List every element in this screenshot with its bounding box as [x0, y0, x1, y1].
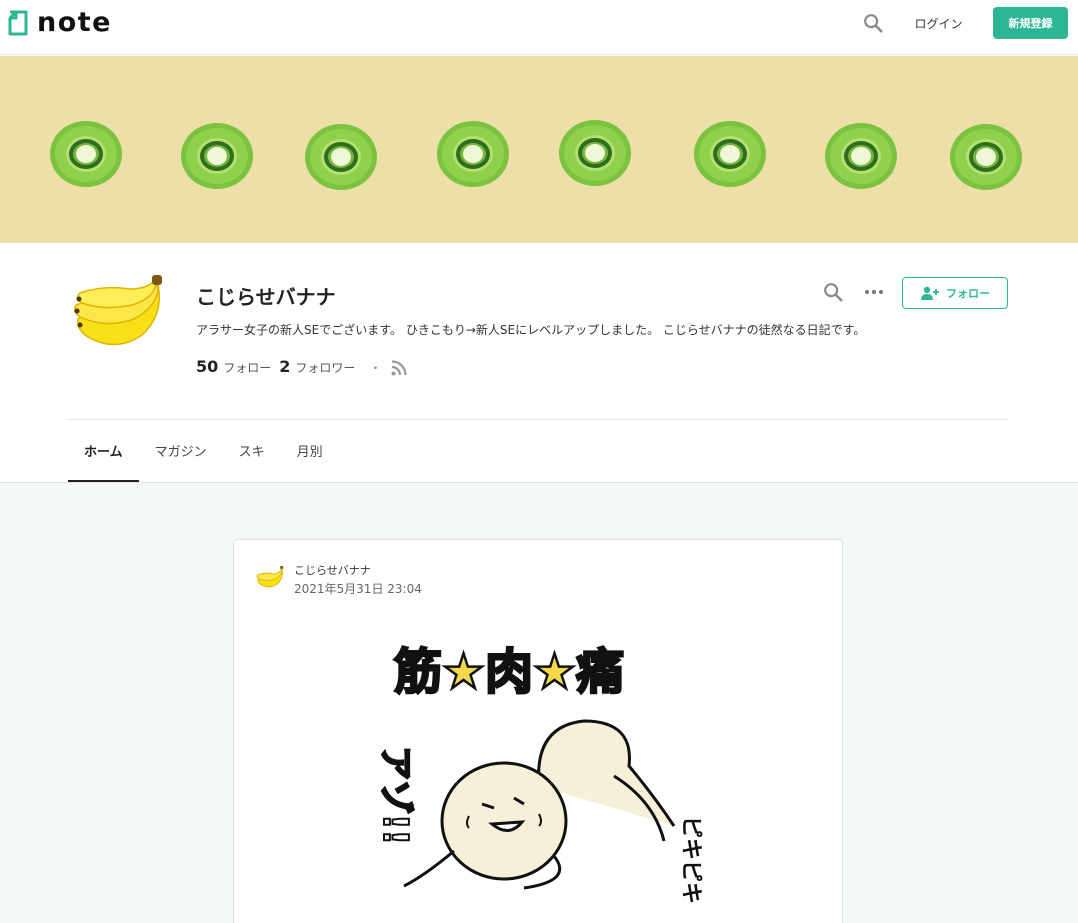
profile-tabs: ホーム マガジン スキ 月別	[68, 419, 339, 482]
following-count[interactable]: 50	[196, 357, 218, 376]
note-logo-icon	[8, 10, 28, 35]
tab-likes[interactable]: スキ	[223, 419, 281, 482]
logo-text: note	[37, 7, 112, 38]
banana-icon[interactable]	[72, 275, 164, 355]
follower-count[interactable]: 2	[279, 357, 290, 376]
post-card[interactable]: こじらせバナナ 2021年5月31日 23:04 筋★肉★痛 アゾ!! ピキピキ	[233, 539, 843, 923]
following-label[interactable]: フォロー	[223, 359, 271, 376]
login-link[interactable]: ログイン	[906, 15, 971, 32]
profile-name: こじらせバナナ	[196, 285, 336, 309]
profile-description: アラサー女子の新人SEでございます。 ひきこもり→新人SEにレベルアップしました…	[196, 323, 866, 337]
illustration-right-text: ピキピキ	[678, 816, 703, 904]
post-date: 2021年5月31日 23:04	[294, 582, 422, 596]
profile-banner	[0, 56, 1078, 243]
add-user-icon	[921, 286, 939, 300]
follower-label[interactable]: フォロワー	[295, 359, 355, 376]
top-header: note ログイン 新規登録	[0, 0, 1078, 55]
tab-home[interactable]: ホーム	[68, 419, 139, 482]
author-avatar-icon[interactable]	[256, 566, 284, 590]
profile-section: こじらせバナナ アラサー女子の新人SEでございます。 ひきこもり→新人SEにレベ…	[0, 243, 1078, 483]
rss-icon[interactable]	[390, 359, 408, 377]
note-logo[interactable]: note	[7, 9, 112, 36]
profile-stats: 50 フォロー 2 フォロワー ・	[196, 357, 393, 376]
profile-search-icon[interactable]	[822, 281, 844, 303]
illustration-left-text: アゾ!!	[375, 746, 415, 845]
post-illustration-image[interactable]: 筋★肉★痛 アゾ!! ピキピキ	[354, 626, 724, 923]
follow-button-label: フォロー	[946, 287, 990, 300]
tab-monthly[interactable]: 月別	[281, 419, 339, 482]
illustration-title-text: 筋★肉★痛	[394, 644, 624, 700]
search-icon[interactable]	[862, 12, 884, 34]
post-author[interactable]: こじらせバナナ	[294, 562, 371, 578]
follow-button[interactable]: フォロー	[902, 277, 1008, 309]
more-options-icon[interactable]	[862, 283, 886, 301]
stats-separator: ・	[369, 361, 382, 375]
signup-button[interactable]: 新規登録	[993, 7, 1068, 39]
kiwi-pattern-image	[50, 120, 1022, 190]
tab-magazine[interactable]: マガジン	[139, 419, 223, 482]
